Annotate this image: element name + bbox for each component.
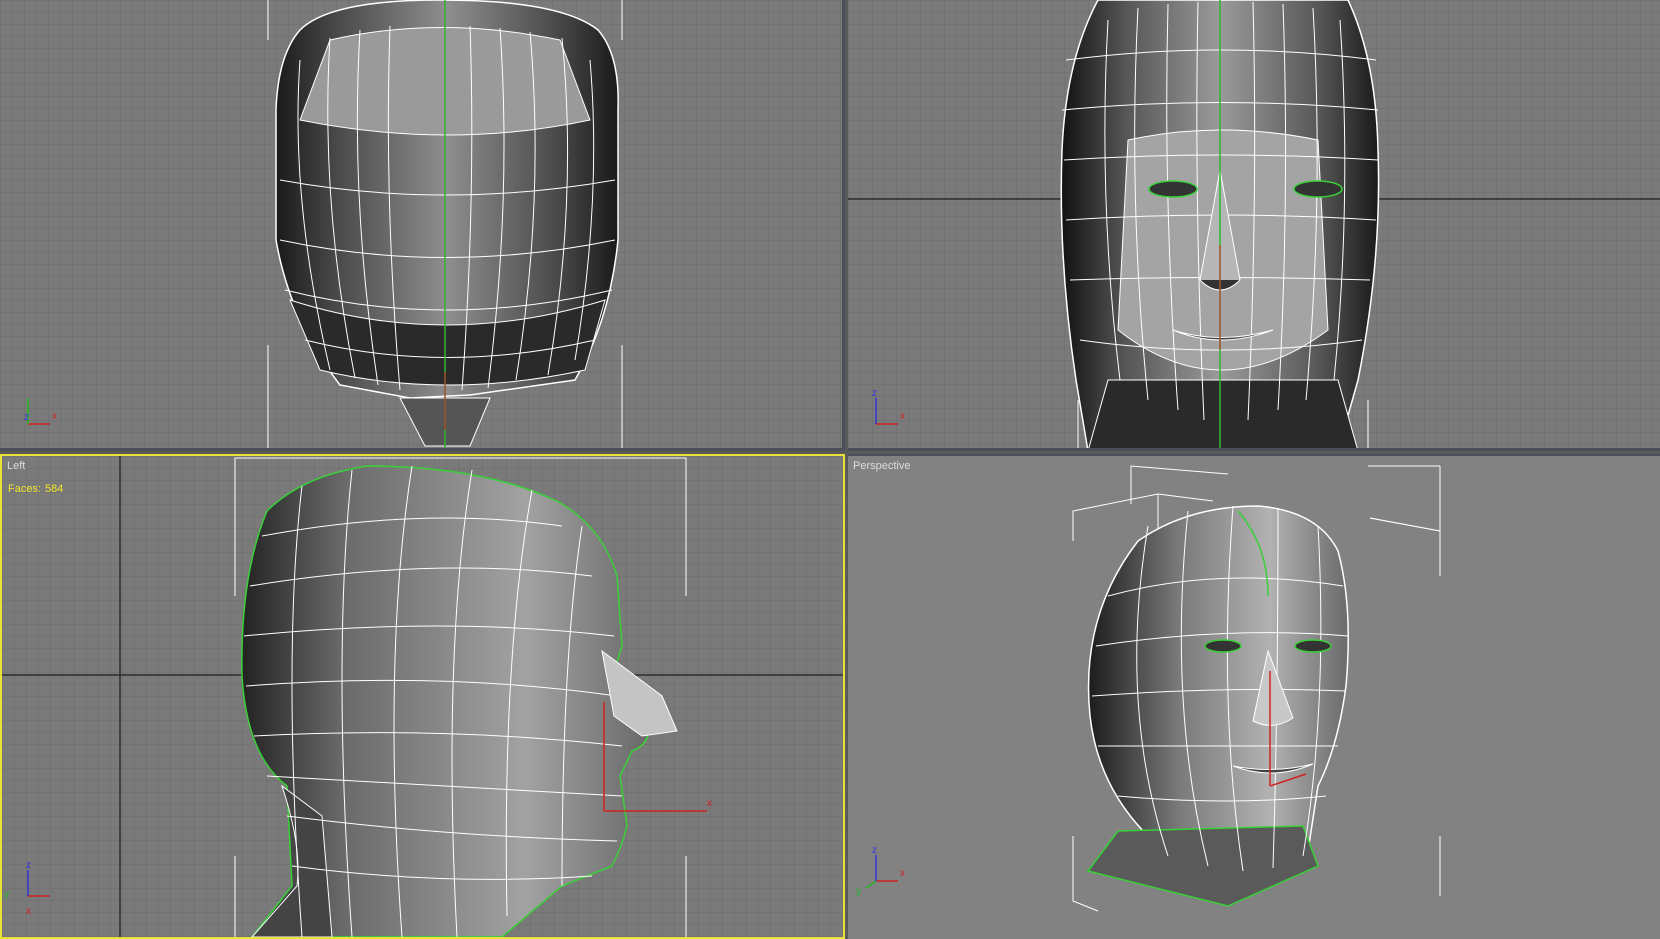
viewport-perspective[interactable]: Perspective z y x xyxy=(848,454,1660,939)
viewport-left[interactable]: Left Faces: 584 x z y x xyxy=(0,454,845,939)
viewport-label-left[interactable]: Left xyxy=(7,460,25,472)
viewport-front[interactable]: z x xyxy=(848,0,1660,451)
axis-label-y: y xyxy=(4,889,9,900)
axis-label-z: z xyxy=(26,860,31,871)
axis-label-x: x xyxy=(52,411,57,422)
axis-label-z: z xyxy=(872,388,877,399)
viewport-grid: x z z x Left Faces: 584 x z y x Perspect… xyxy=(0,0,1660,939)
head-mesh-left-view[interactable]: x z y x xyxy=(2,456,843,937)
axis-label-x: x xyxy=(900,868,905,879)
axis-label-x: x xyxy=(26,906,31,917)
axis-label-z: z xyxy=(24,412,29,423)
head-mesh-front-view[interactable]: z x xyxy=(848,0,1660,451)
svg-text:x: x xyxy=(707,798,712,809)
viewport-top[interactable]: x z xyxy=(0,0,845,451)
axis-label-y: y xyxy=(856,886,861,897)
axis-label-z: z xyxy=(872,845,877,856)
viewport-label-perspective[interactable]: Perspective xyxy=(853,460,910,472)
head-mesh-perspective-view[interactable]: z y x xyxy=(848,456,1660,939)
head-mesh-top-view[interactable]: x z xyxy=(0,0,845,451)
axis-label-x: x xyxy=(900,411,905,422)
faces-stat-label: Faces: xyxy=(8,483,42,495)
faces-stat-value: 584 xyxy=(45,483,64,495)
faces-stat: Faces: 584 xyxy=(8,483,67,495)
